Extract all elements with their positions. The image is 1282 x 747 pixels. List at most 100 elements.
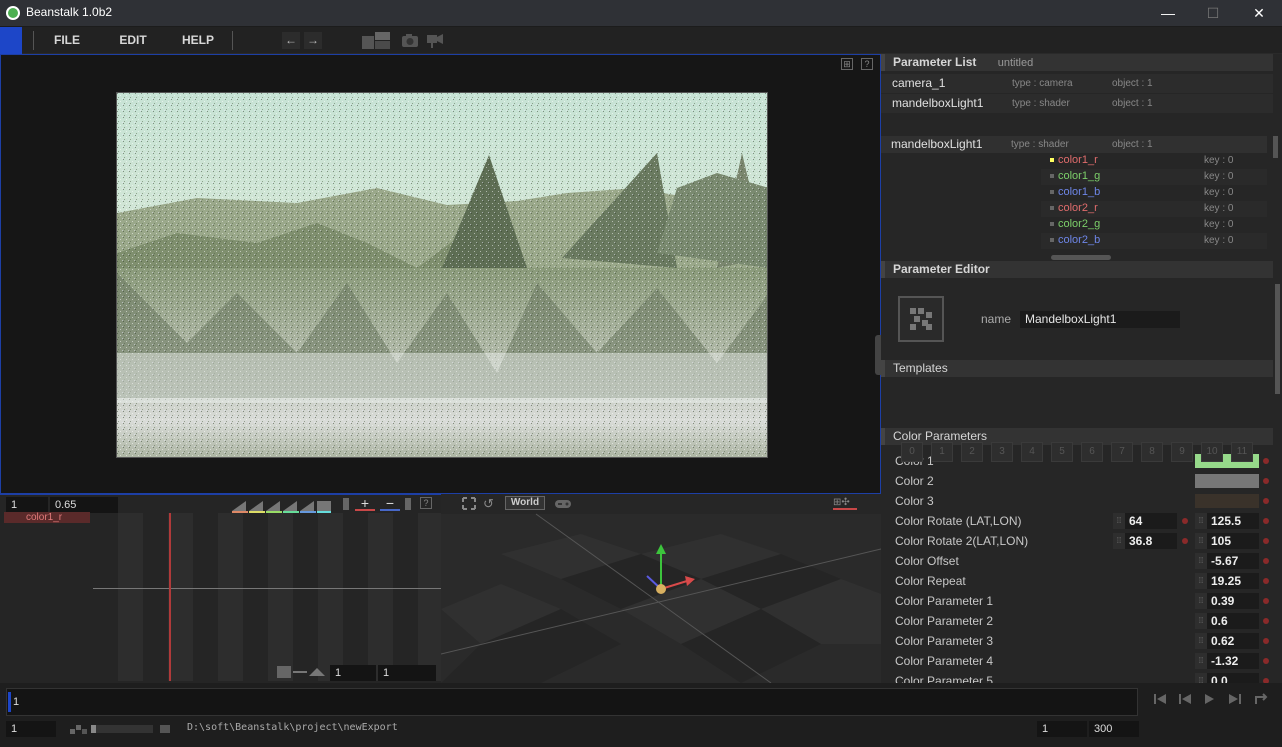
parameter-value-field[interactable]: 19.25: [1207, 573, 1259, 589]
movie-camera-icon[interactable]: [426, 33, 444, 48]
drag-handle-icon[interactable]: ⁞⁞: [1113, 513, 1125, 529]
template-button[interactable]: 1: [931, 442, 953, 462]
menu-edit[interactable]: EDIT: [110, 27, 156, 54]
parameter-value-field[interactable]: -5.67: [1207, 553, 1259, 569]
go-end-button[interactable]: [1226, 691, 1244, 707]
coordinate-mode-button[interactable]: World: [505, 496, 545, 510]
command-input[interactable]: 1: [6, 688, 1138, 716]
template-button[interactable]: 3: [991, 442, 1013, 462]
drag-handle-icon[interactable]: ⁞⁞: [1195, 553, 1207, 569]
key-row[interactable]: color1_b key : 0: [1041, 185, 1267, 201]
drag-handle-icon[interactable]: ⁞⁞: [1195, 533, 1207, 549]
end-frame-field[interactable]: 300: [1089, 721, 1139, 737]
layout-icon[interactable]: [362, 32, 390, 49]
scene-3d-view[interactable]: ↺ World ⊞✣: [441, 494, 881, 683]
drag-handle-icon[interactable]: ⁞⁞: [1195, 513, 1207, 529]
editor-scrollbar[interactable]: [1275, 284, 1280, 394]
name-field[interactable]: MandelboxLight1: [1020, 311, 1180, 328]
stop-icon[interactable]: [160, 725, 170, 733]
play-button[interactable]: [1201, 691, 1219, 707]
keyframe-dot-icon[interactable]: [1263, 598, 1269, 604]
parameter-value-field[interactable]: 125.5: [1207, 513, 1259, 529]
keyframe-dot-icon[interactable]: [1263, 558, 1269, 564]
drag-handle-icon[interactable]: ⁞⁞: [1195, 673, 1207, 683]
keyframe-dot-icon[interactable]: [1263, 638, 1269, 644]
keyframe-dot-icon[interactable]: [1263, 518, 1269, 524]
reset-view-icon[interactable]: ↺: [483, 497, 497, 510]
drag-handle-icon[interactable]: ⁞⁞: [1195, 573, 1207, 589]
parameter-value-field[interactable]: 0.6: [1207, 613, 1259, 629]
gamepad-icon[interactable]: [554, 497, 572, 510]
fit-view-icon[interactable]: ⊞: [841, 58, 853, 70]
list-scrollbar[interactable]: [1273, 136, 1278, 158]
template-button[interactable]: 2: [961, 442, 983, 462]
maximize-button[interactable]: ☐: [1190, 0, 1236, 26]
menu-file[interactable]: FILE: [44, 27, 90, 54]
fit-scene-icon[interactable]: [462, 497, 476, 510]
color-swatch[interactable]: [1195, 474, 1259, 488]
undo-button[interactable]: ←: [282, 32, 300, 49]
panel-splitter-handle[interactable]: [1051, 255, 1111, 260]
drag-handle-icon[interactable]: ⁞⁞: [1195, 653, 1207, 669]
keyframe-dot-icon[interactable]: [1263, 618, 1269, 624]
keyframe-dot-icon[interactable]: [1263, 458, 1269, 464]
drag-handle-icon[interactable]: ⁞⁞: [1195, 633, 1207, 649]
key-row[interactable]: color2_r key : 0: [1041, 201, 1267, 217]
template-button[interactable]: 4: [1021, 442, 1043, 462]
keyframe-dot-icon[interactable]: [1182, 538, 1188, 544]
template-button[interactable]: 10: [1201, 442, 1223, 462]
template-button[interactable]: 11: [1231, 442, 1253, 462]
template-button[interactable]: 9: [1171, 442, 1193, 462]
panel-resize-handle[interactable]: [875, 335, 881, 375]
viewer-help-icon[interactable]: ?: [861, 58, 873, 70]
template-button[interactable]: 0: [901, 442, 923, 462]
key-row[interactable]: color2_g key : 0: [1041, 217, 1267, 233]
keyframe-dot-icon[interactable]: [1263, 498, 1269, 504]
keyframe-dot-icon[interactable]: [1263, 478, 1269, 484]
template-button[interactable]: 8: [1141, 442, 1163, 462]
render-viewer[interactable]: ⊞ ?: [0, 54, 881, 494]
close-button[interactable]: ✕: [1236, 0, 1282, 26]
drag-handle-icon[interactable]: ⁞⁞: [1195, 593, 1207, 609]
timeline-panel[interactable]: 1 0.65 + − ? color1_r 1 1: [0, 494, 443, 683]
go-start-button[interactable]: [1152, 691, 1170, 707]
template-button[interactable]: 5: [1051, 442, 1073, 462]
object-row[interactable]: camera_1 type : camera object : 1: [881, 74, 1273, 93]
menu-help[interactable]: HELP: [175, 27, 221, 54]
keyframe-dot-icon[interactable]: [1182, 518, 1188, 524]
parameter-value-field[interactable]: 105: [1207, 533, 1259, 549]
track-label[interactable]: color1_r: [4, 512, 90, 523]
start-frame-field[interactable]: 1: [1037, 721, 1087, 737]
keyframe-dot-icon[interactable]: [1263, 538, 1269, 544]
app-menu-button[interactable]: [0, 27, 22, 54]
parameter-value-field[interactable]: -1.32: [1207, 653, 1259, 669]
frame-field[interactable]: 1: [6, 721, 56, 737]
parameter-value-field[interactable]: 64: [1125, 513, 1177, 529]
redo-button[interactable]: →: [304, 32, 322, 49]
keyframe-dot-icon[interactable]: [1263, 578, 1269, 584]
timeline-frame-field[interactable]: 1: [6, 497, 48, 513]
color-swatch[interactable]: [1195, 494, 1259, 508]
prev-frame-button[interactable]: [1176, 691, 1194, 707]
camera-icon[interactable]: [401, 33, 419, 48]
timeline-range-end[interactable]: 1: [378, 665, 436, 681]
template-button[interactable]: 7: [1111, 442, 1133, 462]
drag-handle-icon[interactable]: ⁞⁞: [1113, 533, 1125, 549]
key-row[interactable]: color2_b key : 0: [1041, 233, 1267, 249]
export-button[interactable]: [1252, 691, 1270, 707]
gizmo-toggle-icon[interactable]: ⊞✣: [833, 497, 857, 510]
object-row[interactable]: mandelboxLight1 type : shader object : 1: [881, 94, 1273, 113]
timeline-zoom-icon[interactable]: [277, 665, 327, 679]
parameter-value-field[interactable]: 36.8: [1125, 533, 1177, 549]
key-row[interactable]: color1_r key : 0: [1041, 153, 1267, 169]
timeline-range-start[interactable]: 1: [330, 665, 376, 681]
template-button[interactable]: 6: [1081, 442, 1103, 462]
key-row[interactable]: color1_g key : 0: [1041, 169, 1267, 185]
parameter-value-field[interactable]: 0.0: [1207, 673, 1259, 683]
playhead[interactable]: [169, 513, 171, 681]
keyframe-dot-icon[interactable]: [1263, 658, 1269, 664]
minimize-button[interactable]: —: [1145, 0, 1191, 26]
parameter-value-field[interactable]: 0.39: [1207, 593, 1259, 609]
parameter-value-field[interactable]: 0.62: [1207, 633, 1259, 649]
selected-object-row[interactable]: mandelboxLight1 type : shader object : 1: [881, 136, 1267, 153]
